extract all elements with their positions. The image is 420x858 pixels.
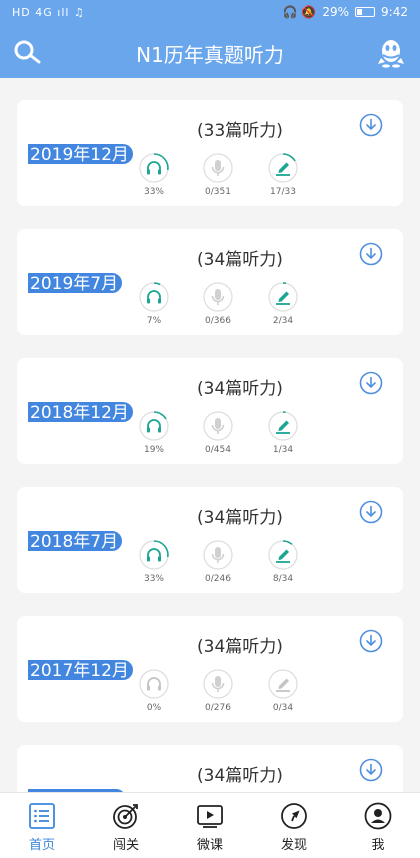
- headphones-icon: [139, 669, 169, 699]
- exam-date-tag: 2018年7月: [27, 530, 124, 552]
- nav-challenge-label: 闯关: [112, 838, 139, 853]
- quiz-edit-icon: [268, 540, 298, 570]
- listening-percent: 19%: [143, 445, 164, 455]
- microphone-icon: [203, 153, 233, 183]
- exam-date-tag: 2019年12月: [27, 143, 134, 165]
- nav-discover-label: 发现: [280, 838, 307, 853]
- qq-penguin-icon[interactable]: [376, 36, 406, 68]
- download-icon[interactable]: [359, 371, 383, 395]
- headphones-icon: [139, 540, 169, 570]
- page-title: N1历年真题听力: [136, 43, 284, 67]
- listening-progress[interactable]: 7%: [124, 281, 184, 326]
- exam-card[interactable]: (34篇听力) 2018年7月 33% 0/246 8/34: [17, 487, 403, 593]
- exam-date-tag: 2019年7月: [27, 272, 124, 294]
- article-count: (34篇听力): [197, 766, 283, 786]
- article-count: (34篇听力): [197, 637, 283, 657]
- clock: 9:42: [381, 5, 408, 19]
- quiz-progress[interactable]: 8/34: [253, 539, 313, 584]
- quiz-count: 1/34: [272, 445, 294, 455]
- listening-percent: 0%: [146, 703, 162, 713]
- quiz-count: 0/34: [272, 703, 294, 713]
- quiz-count: 17/33: [270, 187, 296, 197]
- article-count: (34篇听力): [197, 250, 283, 270]
- audio-practice[interactable]: 0/246: [188, 539, 248, 584]
- battery-icon: [355, 7, 376, 17]
- listening-progress[interactable]: 33%: [124, 539, 184, 584]
- audio-count: 0/276: [205, 703, 231, 713]
- download-icon[interactable]: [359, 113, 383, 137]
- listening-percent: 7%: [146, 316, 162, 326]
- home-list-icon: [29, 803, 55, 829]
- nav-me-label: 我: [371, 838, 385, 853]
- download-icon[interactable]: [359, 758, 383, 782]
- bottom-nav: 首页 闯关 微课 发现 我: [0, 792, 420, 858]
- download-icon[interactable]: [359, 500, 383, 524]
- audio-practice[interactable]: 0/454: [188, 410, 248, 455]
- nav-home-label: 首页: [28, 838, 55, 853]
- exam-card[interactable]: (34篇听力) 2017年12月 0% 0/276 0/34: [17, 616, 403, 722]
- quiz-edit-icon: [268, 411, 298, 441]
- nav-microlesson-label: 微课: [196, 838, 223, 853]
- audio-count: 0/246: [205, 574, 231, 584]
- exam-date-tag: 2017年12月: [27, 659, 134, 681]
- compass-arrow-icon: [281, 803, 307, 829]
- quiz-progress[interactable]: 0/34: [253, 668, 313, 713]
- exam-list: (33篇听力) 2019年12月 33% 0/351 17/33 (34篇听力)…: [0, 78, 420, 792]
- microphone-icon: [203, 411, 233, 441]
- quiz-edit-icon: [268, 282, 298, 312]
- nav-me[interactable]: 我: [336, 793, 420, 858]
- listening-percent: 33%: [143, 187, 164, 197]
- audio-practice[interactable]: 0/351: [188, 152, 248, 197]
- nav-home[interactable]: 首页: [0, 793, 84, 858]
- nav-microlesson[interactable]: 微课: [168, 793, 252, 858]
- status-right: 🎧 🔕 29% 9:42: [283, 5, 408, 19]
- user-icon: [364, 802, 392, 830]
- audio-count: 0/366: [205, 316, 231, 326]
- exam-card[interactable]: (34篇听力): [17, 745, 403, 792]
- microphone-icon: [203, 282, 233, 312]
- listening-progress[interactable]: 19%: [124, 410, 184, 455]
- quiz-edit-icon: [268, 669, 298, 699]
- quiz-count: 2/34: [272, 316, 294, 326]
- audio-practice[interactable]: 0/276: [188, 668, 248, 713]
- microphone-icon: [203, 669, 233, 699]
- microphone-icon: [203, 540, 233, 570]
- target-icon: [113, 804, 138, 829]
- quiz-progress[interactable]: 1/34: [253, 410, 313, 455]
- quiz-edit-icon: [268, 153, 298, 183]
- quiz-progress[interactable]: 2/34: [253, 281, 313, 326]
- exam-date-tag: 2018年12月: [27, 401, 134, 423]
- download-icon[interactable]: [359, 242, 383, 266]
- status-bar: HD 4G ıll ♫ 🎧 🔕 29% 9:42: [0, 0, 420, 26]
- listening-progress[interactable]: 33%: [124, 152, 184, 197]
- article-count: (34篇听力): [197, 379, 283, 399]
- video-play-icon: [197, 805, 223, 828]
- exam-card[interactable]: (33篇听力) 2019年12月 33% 0/351 17/33: [17, 100, 403, 206]
- app-header: N1历年真题听力: [0, 26, 420, 78]
- battery-percent: 29%: [322, 5, 350, 19]
- quiz-progress[interactable]: 17/33: [253, 152, 313, 197]
- listening-progress[interactable]: 0%: [124, 668, 184, 713]
- listening-percent: 33%: [143, 574, 164, 584]
- nav-discover[interactable]: 发现: [252, 793, 336, 858]
- headphones-icon: [139, 411, 169, 441]
- headphones-icon: [139, 153, 169, 183]
- audio-practice[interactable]: 0/366: [188, 281, 248, 326]
- quiz-count: 8/34: [272, 574, 294, 584]
- article-count: (33篇听力): [197, 121, 283, 141]
- headphones-icon: [139, 282, 169, 312]
- signal-indicators: HD 4G ıll ♫: [12, 6, 85, 19]
- article-count: (34篇听力): [197, 508, 283, 528]
- exam-card[interactable]: (34篇听力) 2018年12月 19% 0/454 1/34: [17, 358, 403, 464]
- download-icon[interactable]: [359, 629, 383, 653]
- nav-challenge[interactable]: 闯关: [84, 793, 168, 858]
- exam-card[interactable]: (34篇听力) 2019年7月 7% 0/366 2/34: [17, 229, 403, 335]
- audio-count: 0/454: [205, 445, 231, 455]
- status-icons: 🎧 🔕: [282, 5, 317, 19]
- audio-count: 0/351: [205, 187, 231, 197]
